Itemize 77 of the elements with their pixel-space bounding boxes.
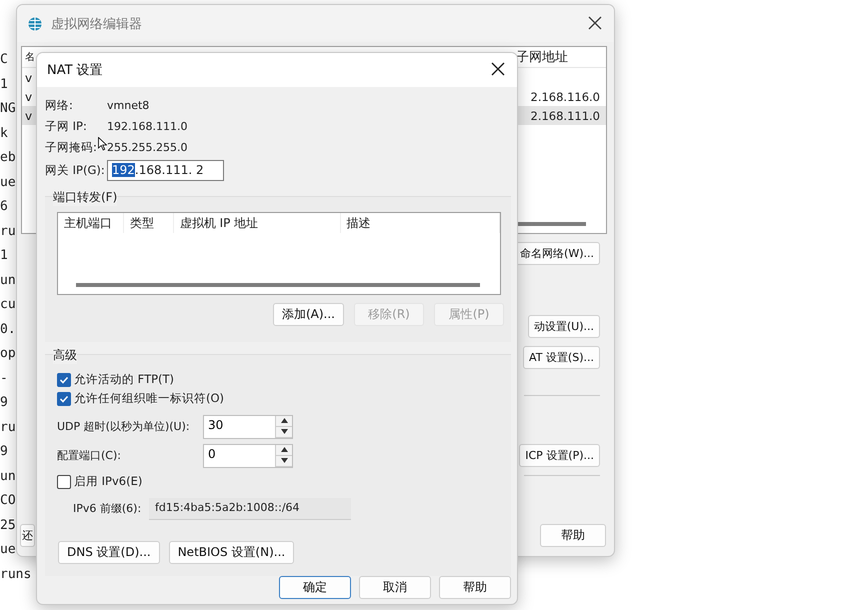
- dhcp-settings-button[interactable]: ICP 设置(P)...: [519, 444, 600, 467]
- help-button[interactable]: 帮助: [540, 524, 606, 547]
- field-label: 子网掩码:: [45, 140, 97, 155]
- checkbox-label: 允许活动的 FTP(T): [74, 372, 176, 387]
- window-title: 虚拟网络编辑器: [51, 16, 143, 32]
- field-value: 192.168.111.0: [107, 120, 188, 133]
- terminal-text: op: [0, 345, 16, 363]
- checkbox[interactable]: [57, 392, 71, 406]
- close-button[interactable]: [588, 16, 604, 32]
- terminal-text: un: [0, 468, 16, 486]
- terminal-text: ue: [0, 541, 16, 559]
- field-value: 255.255.255.0: [107, 141, 188, 154]
- dialog-button[interactable]: 确定: [279, 576, 351, 599]
- group-title: 高级: [53, 347, 77, 364]
- terminal-text: ru: [0, 222, 16, 240]
- up-arrow-icon: [280, 418, 288, 423]
- column-header[interactable]: 类型: [124, 213, 174, 233]
- dialog-title: NAT 设置: [47, 62, 104, 79]
- terminal-text: C: [0, 51, 8, 69]
- terminal-text: 25: [0, 516, 16, 534]
- spin-down-button[interactable]: [276, 426, 292, 438]
- terminal-text: 6: [0, 198, 8, 216]
- checkbox-label: 允许任何组织唯一标识符(O): [74, 391, 226, 406]
- field-label: 配置端口(C):: [57, 448, 122, 463]
- terminal-text: -: [0, 370, 8, 388]
- terminal-text: NG: [0, 100, 16, 118]
- terminal-text: 9: [0, 443, 8, 461]
- terminal-text: ue: [0, 174, 16, 192]
- group-title: 端口转发(F): [53, 189, 118, 206]
- terminal-text: runs: [0, 566, 32, 584]
- field-label: UDP 超时(以秒为单位)(U):: [57, 419, 191, 434]
- field-value: vmnet8: [107, 99, 150, 112]
- terminal-text: CO: [0, 492, 16, 510]
- spin-down-button[interactable]: [276, 456, 292, 466]
- terminal-text: un: [0, 272, 16, 290]
- settings-button[interactable]: DNS 设置(D)...: [58, 541, 160, 564]
- dialog-button[interactable]: 取消: [359, 576, 431, 599]
- nat-settings-button[interactable]: AT 设置(S)...: [523, 346, 600, 369]
- terminal-text: 1: [0, 76, 8, 94]
- terminal-text: cu: [0, 296, 16, 314]
- field-label: IPv6 前缀(6):: [73, 501, 142, 516]
- checkbox[interactable]: [57, 474, 71, 488]
- terminal-text: ru: [0, 418, 16, 436]
- settings-button[interactable]: 动设置(U)...: [528, 315, 600, 338]
- globe-icon: [27, 16, 43, 32]
- terminal-text: 0.: [0, 320, 16, 338]
- down-arrow-icon: [280, 458, 288, 463]
- terminal-text: 1: [0, 247, 8, 265]
- number-spinner[interactable]: 30: [203, 414, 293, 438]
- close-button[interactable]: [491, 62, 507, 78]
- gateway-ip-field[interactable]: 192.168.111. 2: [107, 160, 224, 180]
- ipv6-prefix-field[interactable]: fd15:4ba5:5a2b:1008::/64: [149, 498, 351, 520]
- checkbox[interactable]: [57, 372, 71, 386]
- column-header: 子网地址: [516, 49, 569, 66]
- terminal-text: eb: [0, 149, 16, 167]
- pointer-icon: [98, 137, 107, 151]
- spin-up-button[interactable]: [276, 416, 292, 426]
- terminal-text: 9: [0, 394, 8, 412]
- column-header[interactable]: 主机端口: [58, 213, 124, 233]
- down-arrow-icon: [280, 429, 288, 434]
- field-label: 子网 IP:: [45, 119, 87, 134]
- dialog-button[interactable]: 帮助: [439, 576, 511, 599]
- terminal-text: k: [0, 124, 8, 142]
- table-action-button[interactable]: 添加(A)...: [272, 303, 344, 326]
- checkbox-label: 启用 IPv6(E): [74, 474, 144, 489]
- column-header[interactable]: 描述: [340, 213, 500, 233]
- close-icon: [588, 16, 602, 30]
- column-header[interactable]: 虚拟机 IP 地址: [174, 213, 341, 233]
- field-label: 网络:: [45, 98, 73, 113]
- column-header: 名: [24, 51, 35, 64]
- field-label: 网关 IP(G):: [45, 162, 106, 178]
- number-spinner[interactable]: 0: [203, 444, 293, 468]
- up-arrow-icon: [280, 447, 288, 452]
- settings-button[interactable]: NetBIOS 设置(N)...: [168, 541, 294, 564]
- close-icon: [491, 62, 505, 76]
- spin-up-button[interactable]: [276, 444, 292, 456]
- restore-button[interactable]: 还: [20, 524, 35, 547]
